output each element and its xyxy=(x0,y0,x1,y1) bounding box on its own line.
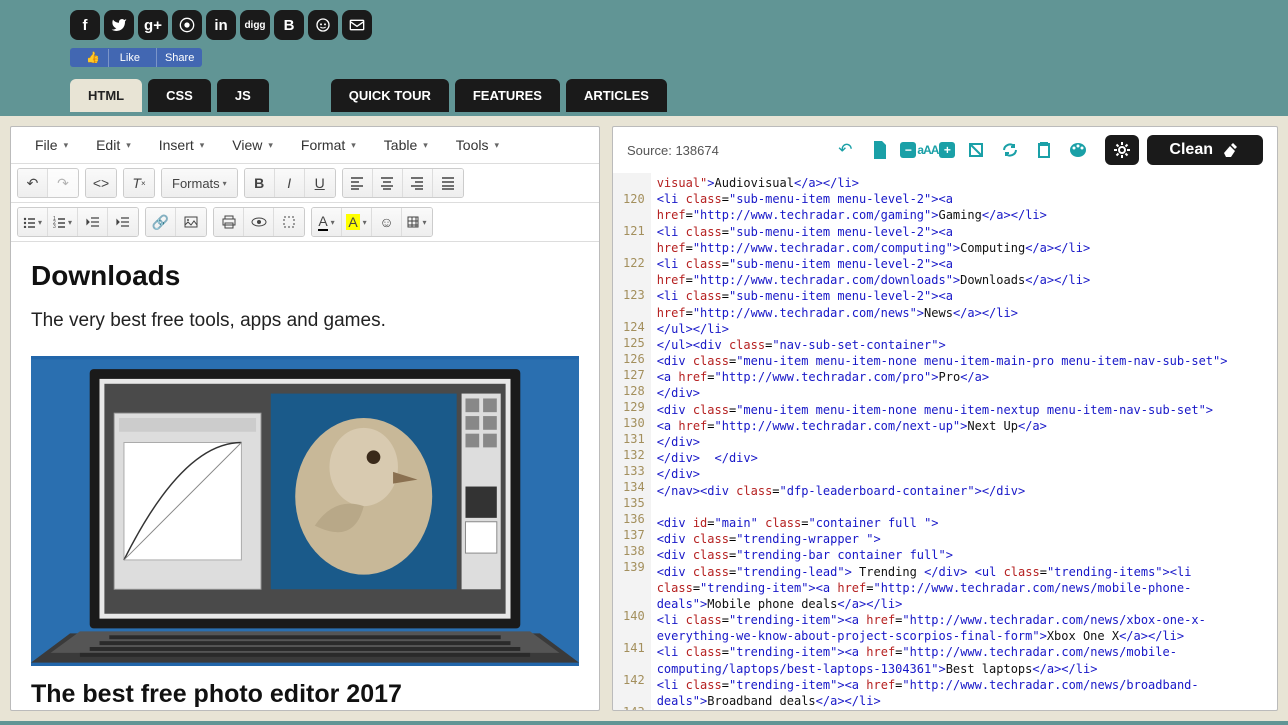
social-row: f g+ in digg B xyxy=(70,10,1218,40)
code-line[interactable]: <li class="trending-item"><a href="http:… xyxy=(657,644,1271,676)
code-line[interactable]: <div class="menu-item menu-item-none men… xyxy=(657,353,1271,369)
font-size-control[interactable]: −aAA+ xyxy=(900,142,955,158)
source-editor-pane: Source: 138674 ↶ −aAA+ Clean 12012112212… xyxy=(612,126,1278,711)
code-line[interactable]: <li class="trending-item"><a href="http:… xyxy=(657,612,1271,644)
source-toolbar: Source: 138674 ↶ −aAA+ Clean xyxy=(613,127,1277,173)
link-button[interactable]: 🔗 xyxy=(146,208,176,236)
article-image xyxy=(31,356,579,666)
main-tabs: HTML CSS JS QUICK TOUR FEATURES ARTICLES xyxy=(70,79,1218,112)
tab-html[interactable]: HTML xyxy=(70,79,142,112)
editor-toolbar-1: ↶ ↷ <> T× Formats B I U xyxy=(11,164,599,203)
content-h2: The best free photo editor 2017 xyxy=(31,680,579,709)
align-left-button[interactable] xyxy=(343,169,373,197)
code-line[interactable]: </div> xyxy=(657,385,1271,401)
settings-button[interactable] xyxy=(1105,135,1139,165)
align-center-button[interactable] xyxy=(373,169,403,197)
code-line[interactable]: <div class="trending-wrapper "> xyxy=(657,531,1271,547)
facebook-icon[interactable]: f xyxy=(70,10,100,40)
emoji-button[interactable]: ☺ xyxy=(372,208,402,236)
italic-button[interactable]: I xyxy=(275,169,305,197)
image-button[interactable] xyxy=(176,208,206,236)
clean-button[interactable]: Clean xyxy=(1147,135,1263,165)
menu-format[interactable]: Format xyxy=(287,133,370,157)
code-line[interactable]: visual">Audiovisual</a></li> xyxy=(657,175,1271,191)
code-line[interactable]: <a href="http://www.techradar.com/pro">P… xyxy=(657,369,1271,385)
code-line[interactable]: </div> xyxy=(657,434,1271,450)
print-button[interactable] xyxy=(214,208,244,236)
code-line[interactable]: </div> </div> xyxy=(657,450,1271,466)
refresh-icon[interactable] xyxy=(997,137,1023,163)
undo-icon[interactable]: ↶ xyxy=(832,137,858,163)
editor-content[interactable]: Downloads The very best free tools, apps… xyxy=(11,242,599,710)
menu-tools[interactable]: Tools xyxy=(442,133,513,157)
clipboard-icon[interactable] xyxy=(1031,137,1057,163)
align-right-button[interactable] xyxy=(403,169,433,197)
indent-button[interactable] xyxy=(108,208,138,236)
outdent-button[interactable] xyxy=(78,208,108,236)
tab-css[interactable]: CSS xyxy=(148,79,211,112)
numbered-list-button[interactable]: 123 xyxy=(48,208,78,236)
underline-button[interactable]: U xyxy=(305,169,335,197)
bg-color-button[interactable]: A xyxy=(342,208,372,236)
digg-icon[interactable]: digg xyxy=(240,10,270,40)
formats-dropdown[interactable]: Formats xyxy=(162,169,237,197)
code-line[interactable]: </ul><div class="nav-sub-set-container"> xyxy=(657,337,1271,353)
code-line[interactable]: <li class="trending-item"><a href="http:… xyxy=(657,677,1271,709)
code-line[interactable]: <div class="trending-lead"> Trending </d… xyxy=(657,564,1271,613)
code-line[interactable]: <li class="sub-menu-item menu-level-2"><… xyxy=(657,288,1271,320)
twitter-icon[interactable] xyxy=(104,10,134,40)
menu-file[interactable]: File xyxy=(21,133,82,157)
stumbleupon-icon[interactable] xyxy=(172,10,202,40)
tab-js[interactable]: JS xyxy=(217,79,269,112)
code-line[interactable]: <div id="main" class="container full "> xyxy=(657,515,1271,531)
tab-quicktour[interactable]: QUICK TOUR xyxy=(331,79,449,112)
code-line[interactable]: </nav><div class="dfp-leaderboard-contai… xyxy=(657,483,1271,499)
source-code-button[interactable]: <> xyxy=(86,169,116,197)
clear-formatting-button[interactable]: T× xyxy=(124,169,154,197)
redo-button[interactable]: ↷ xyxy=(48,169,78,197)
editor-menubar: FileEditInsertViewFormatTableTools xyxy=(11,127,599,164)
content-subtitle: The very best free tools, apps and games… xyxy=(31,310,579,332)
svg-text:3: 3 xyxy=(53,224,56,228)
undo-button[interactable]: ↶ xyxy=(18,169,48,197)
fb-like-widget[interactable]: 👍 Like Share xyxy=(70,48,202,67)
align-justify-button[interactable] xyxy=(433,169,463,197)
visual-editor-pane: FileEditInsertViewFormatTableTools ↶ ↷ <… xyxy=(10,126,600,711)
code-line[interactable]: <div class="menu-item menu-item-none men… xyxy=(657,402,1271,418)
code-line[interactable]: <div class="trending-bar container full"… xyxy=(657,547,1271,563)
code-line[interactable]: <li class="sub-menu-item menu-level-2"><… xyxy=(657,256,1271,288)
reddit-icon[interactable] xyxy=(308,10,338,40)
palette-icon[interactable] xyxy=(1065,137,1091,163)
text-color-button[interactable]: A xyxy=(312,208,342,236)
menu-insert[interactable]: Insert xyxy=(145,133,219,157)
email-icon[interactable] xyxy=(342,10,372,40)
bullet-list-button[interactable] xyxy=(18,208,48,236)
menu-edit[interactable]: Edit xyxy=(82,133,145,157)
code-line[interactable]: <a href="http://www.techradar.com/next-u… xyxy=(657,418,1271,434)
bold-button[interactable]: B xyxy=(245,169,275,197)
new-doc-icon[interactable] xyxy=(866,137,892,163)
linkedin-icon[interactable]: in xyxy=(206,10,236,40)
preview-button[interactable] xyxy=(244,208,274,236)
editor-toolbar-2: 123 🔗 A A ☺ xyxy=(11,203,599,242)
menu-table[interactable]: Table xyxy=(370,133,442,157)
code-line[interactable]: <li class="sub-menu-item menu-level-2"><… xyxy=(657,191,1271,223)
tab-features[interactable]: FEATURES xyxy=(455,79,560,112)
code-line[interactable] xyxy=(657,499,1271,515)
code-line[interactable]: <li class="sub-menu-item menu-level-2"><… xyxy=(657,224,1271,256)
compress-icon[interactable] xyxy=(963,137,989,163)
menu-view[interactable]: View xyxy=(218,133,287,157)
table-button[interactable] xyxy=(402,208,432,236)
source-label: Source: 138674 xyxy=(627,143,719,158)
code-line[interactable]: <li class="trending-item"><a href="http:… xyxy=(657,709,1271,710)
fullscreen-button[interactable] xyxy=(274,208,304,236)
source-code-area[interactable]: 1201211221231241251261271281291301311321… xyxy=(613,173,1277,710)
blogger-icon[interactable]: B xyxy=(274,10,304,40)
code-line[interactable]: </div> xyxy=(657,466,1271,482)
googleplus-icon[interactable]: g+ xyxy=(138,10,168,40)
code-line[interactable]: </ul></li> xyxy=(657,321,1271,337)
content-h1: Downloads xyxy=(31,260,579,292)
tab-articles[interactable]: ARTICLES xyxy=(566,79,667,112)
